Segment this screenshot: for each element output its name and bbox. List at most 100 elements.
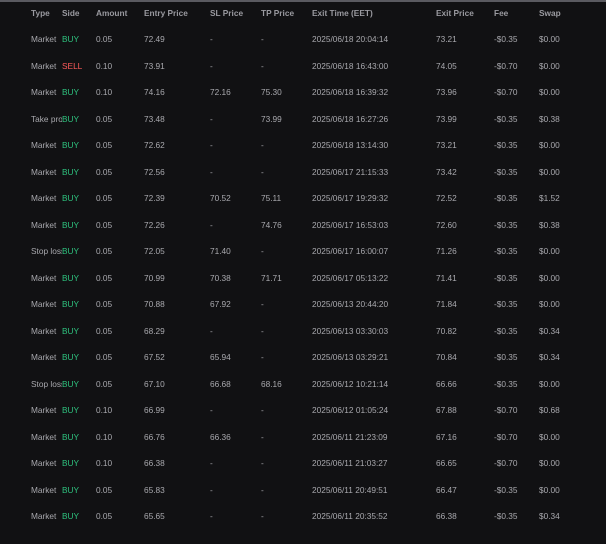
cell-fee: -$0.35 bbox=[494, 113, 518, 124]
cell-type: Market bbox=[31, 34, 57, 45]
cell-fee: -$0.70 bbox=[494, 405, 518, 416]
cell-exit-time: 2025/06/12 10:21:14 bbox=[312, 378, 389, 389]
table-row[interactable]: Market BUY 0.10 74.16 72.16 75.30 2025/06/18 1… bbox=[0, 79, 606, 106]
table-row[interactable]: Stop loss BUY 0.05 67.10 66.68 68.16 2025/06/1… bbox=[0, 371, 606, 398]
cell-fee: -$0.35 bbox=[494, 193, 518, 204]
cell-exit-price: 72.60 bbox=[436, 219, 457, 230]
cell-type: Market bbox=[31, 60, 57, 71]
cell-entry-price: 73.91 bbox=[144, 60, 165, 71]
cell-fee: -$0.35 bbox=[494, 484, 518, 495]
trade-history-table: Type Side Amount Entry Price SL Price TP… bbox=[0, 0, 606, 530]
cell-side: BUY bbox=[62, 140, 80, 151]
cell-side: BUY bbox=[62, 272, 80, 283]
column-header-fee[interactable]: Fee bbox=[494, 0, 539, 26]
cell-sl-price: - bbox=[210, 34, 213, 45]
table-row[interactable]: Market BUY 0.05 68.29 - - 2025/06/13 03:30:03 7… bbox=[0, 318, 606, 345]
cell-sl-price: 66.36 bbox=[210, 431, 231, 442]
table-row[interactable]: Market BUY 0.05 67.52 65.94 - 2025/06/13 03:29… bbox=[0, 344, 606, 371]
table-row[interactable]: Market SELL 0.10 73.91 - - 2025/06/18 16:43:00… bbox=[0, 53, 606, 80]
cell-type: Market bbox=[31, 484, 57, 495]
cell-type: Market bbox=[31, 511, 57, 522]
column-header-side[interactable]: Side bbox=[62, 0, 96, 26]
cell-tp-price: - bbox=[261, 431, 264, 442]
cell-side: BUY bbox=[62, 511, 80, 522]
cell-exit-time: 2025/06/17 16:53:03 bbox=[312, 219, 389, 230]
cell-entry-price: 72.62 bbox=[144, 140, 165, 151]
cell-entry-price: 74.16 bbox=[144, 87, 165, 98]
cell-tp-price: - bbox=[261, 511, 264, 522]
table-row[interactable]: Take profitBUY 0.05 73.48 - 73.99 2025/06/18 … bbox=[0, 106, 606, 133]
cell-swap: $0.00 bbox=[539, 246, 560, 257]
table-row[interactable]: Market BUY 0.05 65.83 - - 2025/06/11 20:49:51 6… bbox=[0, 477, 606, 504]
column-header-sl-price[interactable]: SL Price bbox=[210, 0, 261, 26]
table-row[interactable]: Market BUY 0.05 72.39 70.52 75.11 2025/06/17 1… bbox=[0, 185, 606, 212]
cell-amount: 0.05 bbox=[96, 219, 113, 230]
cell-sl-price: - bbox=[210, 405, 213, 416]
table-row[interactable]: Market BUY 0.05 72.62 - - 2025/06/18 13:14:30 7… bbox=[0, 132, 606, 159]
cell-sl-price: - bbox=[210, 484, 213, 495]
header-row: Type Side Amount Entry Price SL Price TP… bbox=[0, 0, 606, 26]
cell-exit-price: 73.96 bbox=[436, 87, 457, 98]
column-header-tp-price[interactable]: TP Price bbox=[261, 0, 312, 26]
cell-side: BUY bbox=[62, 325, 80, 336]
cell-amount: 0.05 bbox=[96, 246, 113, 257]
cell-swap: $0.34 bbox=[539, 325, 560, 336]
column-header-exit-price[interactable]: Exit Price bbox=[436, 0, 494, 26]
column-header-entry-price[interactable]: Entry Price bbox=[144, 0, 210, 26]
table-row[interactable]: Market BUY 0.05 72.26 - 74.76 2025/06/17 16:53… bbox=[0, 212, 606, 239]
cell-type: Market bbox=[31, 458, 57, 469]
cell-exit-time: 2025/06/11 20:49:51 bbox=[312, 484, 388, 495]
cell-exit-time: 2025/06/17 05:13:22 bbox=[312, 272, 389, 283]
cell-swap: $0.00 bbox=[539, 272, 560, 283]
cell-side: BUY bbox=[62, 405, 80, 416]
table-row[interactable]: Market BUY 0.05 70.88 67.92 - 2025/06/13 20:44… bbox=[0, 291, 606, 318]
cell-fee: -$0.70 bbox=[494, 60, 518, 71]
column-header-amount[interactable]: Amount bbox=[96, 0, 144, 26]
cell-sl-price: 70.38 bbox=[210, 272, 231, 283]
table-row[interactable]: Market BUY 0.05 72.49 - - 2025/06/18 20:04:14 7… bbox=[0, 26, 606, 53]
cell-swap: $0.00 bbox=[539, 458, 560, 469]
cell-tp-price: 74.76 bbox=[261, 219, 282, 230]
column-header-exit-time[interactable]: Exit Time (EET) bbox=[312, 0, 436, 26]
table-row[interactable]: Stop loss BUY 0.05 72.05 71.40 - 2025/06/17 16… bbox=[0, 238, 606, 265]
cell-amount: 0.05 bbox=[96, 511, 113, 522]
cell-exit-price: 67.16 bbox=[436, 431, 457, 442]
cell-swap: $0.00 bbox=[539, 378, 560, 389]
cell-tp-price: 68.16 bbox=[261, 378, 282, 389]
table-body: Market BUY 0.05 72.49 - - 2025/06/18 20:04:14 7… bbox=[0, 26, 606, 530]
cell-exit-time: 2025/06/13 03:29:21 bbox=[312, 352, 389, 363]
table-row[interactable]: Market BUY 0.05 70.99 70.38 71.71 2025/06/17 0… bbox=[0, 265, 606, 292]
cell-sl-price: - bbox=[210, 140, 213, 151]
cell-type: Take profit bbox=[31, 113, 62, 124]
table-row[interactable]: Market BUY 0.10 66.38 - - 2025/06/11 21:03:27 6… bbox=[0, 450, 606, 477]
cell-amount: 0.05 bbox=[96, 34, 113, 45]
cell-type: Stop loss bbox=[31, 246, 62, 257]
cell-exit-price: 72.52 bbox=[436, 193, 457, 204]
table-row[interactable]: Market BUY 0.10 66.99 - - 2025/06/12 01:05:24 6… bbox=[0, 397, 606, 424]
cell-amount: 0.05 bbox=[96, 113, 113, 124]
table-row[interactable]: Market BUY 0.05 65.65 - - 2025/06/11 20:35:52 6… bbox=[0, 503, 606, 530]
cell-type: Market bbox=[31, 140, 57, 151]
cell-amount: 0.05 bbox=[96, 299, 113, 310]
cell-exit-price: 74.05 bbox=[436, 60, 457, 71]
cell-type: Market bbox=[31, 325, 57, 336]
cell-fee: -$0.35 bbox=[494, 352, 518, 363]
table-row[interactable]: Market BUY 0.05 72.56 - - 2025/06/17 21:15:33 7… bbox=[0, 159, 606, 186]
cell-side: BUY bbox=[62, 166, 80, 177]
cell-swap: $0.34 bbox=[539, 511, 560, 522]
cell-entry-price: 72.49 bbox=[144, 34, 165, 45]
cell-type: Market bbox=[31, 272, 57, 283]
table-row[interactable]: Market BUY 0.10 66.76 66.36 - 2025/06/11 21:23… bbox=[0, 424, 606, 451]
column-header-swap[interactable]: Swap bbox=[539, 0, 606, 26]
cell-exit-time: 2025/06/17 16:00:07 bbox=[312, 246, 389, 257]
cell-side: SELL bbox=[62, 60, 83, 71]
cell-sl-price: 65.94 bbox=[210, 352, 231, 363]
cell-side: BUY bbox=[62, 352, 80, 363]
cell-side: BUY bbox=[62, 246, 80, 257]
cell-entry-price: 72.39 bbox=[144, 193, 165, 204]
cell-fee: -$0.35 bbox=[494, 378, 518, 389]
cell-type: Market bbox=[31, 405, 57, 416]
cell-side: BUY bbox=[62, 458, 80, 469]
column-header-type[interactable]: Type bbox=[0, 0, 62, 26]
cell-amount: 0.10 bbox=[96, 87, 113, 98]
